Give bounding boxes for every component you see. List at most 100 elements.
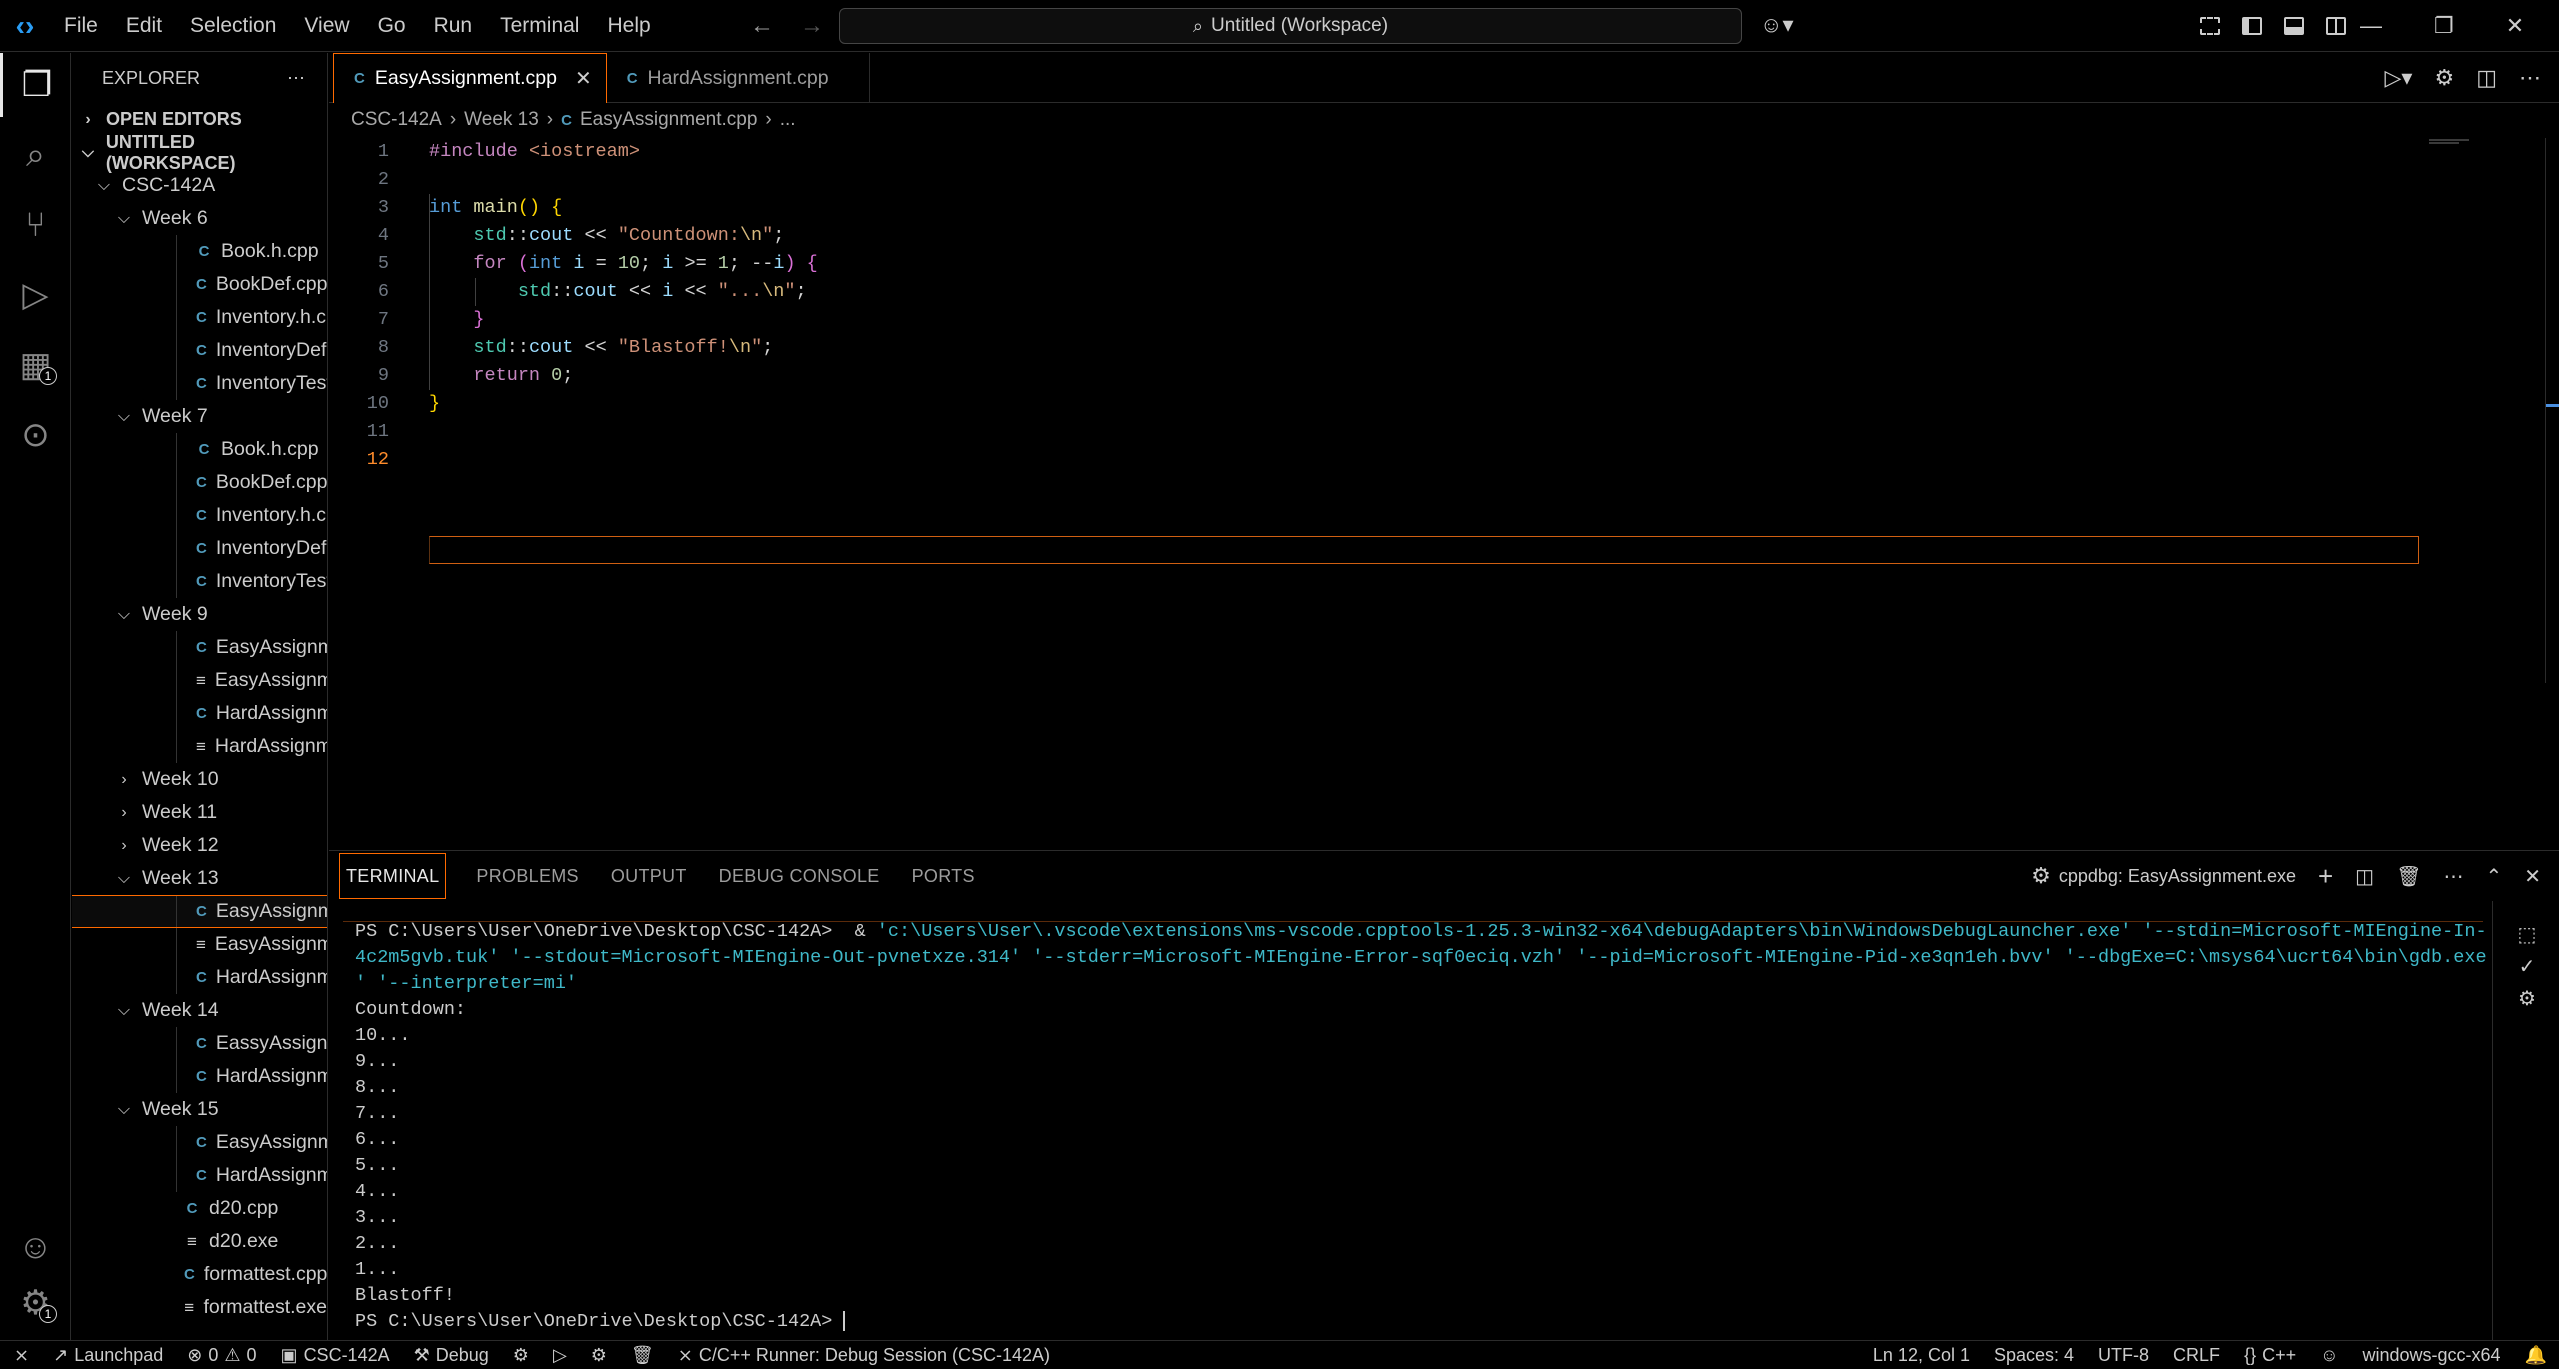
tree-file[interactable]: C InventoryDef.cpp <box>72 532 327 565</box>
cursor-position[interactable]: Ln 12, Col 1 <box>1861 1345 1982 1366</box>
new-terminal-icon[interactable]: + <box>2318 861 2333 892</box>
tab-terminal[interactable]: TERMINAL <box>339 853 447 899</box>
launchpad-item[interactable]: ↗ Launchpad <box>41 1345 175 1366</box>
menu-edit[interactable]: Edit <box>112 0 176 52</box>
tree-folder[interactable]: ⌵ Week 15 <box>72 1093 327 1126</box>
tab-ports[interactable]: PORTS <box>896 851 991 901</box>
menu-run[interactable]: Run <box>420 0 487 52</box>
editor-scrollbar[interactable] <box>2545 138 2559 683</box>
more-actions-icon[interactable]: ⋯ <box>2443 864 2463 889</box>
indentation[interactable]: Spaces: 4 <box>1982 1345 2086 1366</box>
tree-file[interactable]: Cformattest.cpp <box>72 1258 327 1291</box>
restore-icon[interactable]: ❐ <box>2434 13 2454 39</box>
tree-file[interactable]: C HardAssignment.c... <box>72 961 327 994</box>
tree-file[interactable]: C EasyAssignment.cpp <box>72 895 327 928</box>
run-file-icon[interactable]: ▷▾ <box>2385 65 2413 91</box>
settings-gear-icon[interactable]: ⚙ <box>2434 65 2454 91</box>
remote-icon[interactable]: ⨯ <box>0 1345 41 1366</box>
tab-easyassignment[interactable]: C EasyAssignment.cpp ✕ <box>333 53 607 103</box>
tree-file[interactable]: C HardAssignment.c... <box>72 1060 327 1093</box>
menu-view[interactable]: View <box>290 0 363 52</box>
encoding[interactable]: UTF-8 <box>2086 1345 2161 1366</box>
code-editor[interactable]: 1 #include <iostream> 2 3 int main() { 4 s… <box>329 138 2559 838</box>
manage-gear-icon[interactable]: ⚙ 1 <box>0 1271 71 1335</box>
build-gear-icon[interactable]: ⚙ <box>501 1345 541 1366</box>
tree-file[interactable]: C EasyAssignment.cpp <box>72 1126 327 1159</box>
debug-bug-icon[interactable]: ⚙ <box>2509 983 2545 1013</box>
run-debug-icon[interactable]: ▷ <box>0 263 71 327</box>
command-center-search[interactable]: ⌕ Untitled (Workspace) <box>839 8 1742 44</box>
build-mode-item[interactable]: ⚒ Debug <box>402 1345 501 1366</box>
tab-problems[interactable]: PROBLEMS <box>460 851 594 901</box>
split-terminal-icon[interactable]: ◫ <box>2355 864 2374 889</box>
breadcrumb-item[interactable]: EasyAssignment.cpp <box>580 109 757 131</box>
debug-icon[interactable]: ⚙ <box>579 1345 619 1366</box>
tree-file[interactable]: Cd20.cpp <box>72 1192 327 1225</box>
split-editor-icon[interactable]: ◫ <box>2476 65 2497 91</box>
close-panel-icon[interactable]: ✕ <box>2524 864 2541 889</box>
back-arrow-icon[interactable]: ← <box>750 12 774 40</box>
notifications-bell-icon[interactable]: 🔔 <box>2513 1345 2559 1366</box>
customize-layout-icon[interactable] <box>2200 17 2220 35</box>
workspace-folder-item[interactable]: ▣ CSC-142A <box>269 1345 402 1366</box>
menu-terminal[interactable]: Terminal <box>486 0 593 52</box>
tree-file[interactable]: C BookDef.cpp <box>72 466 327 499</box>
more-actions-icon[interactable]: ⋯ <box>287 68 305 89</box>
minimap[interactable] <box>2429 138 2529 158</box>
close-tab-icon[interactable]: ✕ <box>575 66 592 91</box>
toggle-panel-icon[interactable] <box>2284 17 2304 35</box>
search-icon[interactable]: ⌕ <box>0 123 71 187</box>
language-mode[interactable]: {} C++ <box>2232 1345 2308 1366</box>
terminal-list-item-icon[interactable]: ⬚ <box>2509 919 2545 949</box>
tree-file[interactable]: C Book.h.cpp <box>72 235 327 268</box>
toggle-primary-sidebar-icon[interactable] <box>2242 17 2262 35</box>
tree-file[interactable]: C InventoryDef.cpp <box>72 334 327 367</box>
maximize-panel-icon[interactable]: ⌃ <box>2485 864 2502 889</box>
problems-item[interactable]: ⊗ 0 ⚠ 0 <box>175 1345 268 1366</box>
tree-file[interactable]: ≡ d20.exe <box>72 1225 327 1258</box>
tree-file[interactable]: ≡ HardAssignment.exe <box>72 730 327 763</box>
tree-file[interactable]: ≡ EasyAssignment.exe <box>72 664 327 697</box>
menu-file[interactable]: File <box>50 0 112 52</box>
tree-file[interactable]: ≡ formattest.exe <box>72 1291 327 1324</box>
copilot-status-icon[interactable]: ☺ <box>2308 1345 2350 1366</box>
tab-output[interactable]: OUTPUT <box>595 851 703 901</box>
tree-file[interactable]: C EasyAssignment.cpp <box>72 631 327 664</box>
tree-file[interactable]: C Inventory.h.cpp <box>72 499 327 532</box>
tree-file[interactable]: ≡ EasyAssignment.exe <box>72 928 327 961</box>
tree-file[interactable]: C HardAssignment.c... <box>72 1159 327 1192</box>
toggle-secondary-sidebar-icon[interactable] <box>2326 17 2346 35</box>
menu-help[interactable]: Help <box>593 0 664 52</box>
root-folder[interactable]: ⌵ CSC-142A <box>72 169 327 202</box>
breadcrumb-item[interactable]: ... <box>780 109 796 131</box>
run-icon[interactable]: ▷ <box>541 1345 579 1366</box>
copilot-icon[interactable]: ☺▾ <box>1760 12 1794 38</box>
tab-hardassignment[interactable]: C HardAssignment.cpp <box>607 53 870 103</box>
tree-file[interactable]: C Book.h.cpp <box>72 433 327 466</box>
source-control-icon[interactable]: ⑂ <box>0 193 71 257</box>
tab-debug-console[interactable]: DEBUG CONSOLE <box>703 851 896 901</box>
kill-terminal-icon[interactable]: 🗑 <box>2396 864 2421 889</box>
trash-icon[interactable]: 🗑 <box>619 1345 666 1366</box>
breadcrumb-item[interactable]: Week 13 <box>464 109 539 131</box>
more-actions-icon[interactable]: ⋯ <box>2519 65 2541 91</box>
tree-folder[interactable]: › Week 10 <box>72 763 327 796</box>
minimize-icon[interactable]: — <box>2360 13 2382 39</box>
tree-file[interactable]: C InventoryTester.cpp <box>72 565 327 598</box>
tree-folder[interactable]: ⌵ Week 13 <box>72 862 327 895</box>
compiler-config[interactable]: windows-gcc-x64 <box>2351 1345 2513 1366</box>
tree-folder[interactable]: › Week 12 <box>72 829 327 862</box>
explorer-icon[interactable]: ❐ <box>0 53 71 117</box>
tree-folder[interactable]: ⌵ Week 9 <box>72 598 327 631</box>
tree-folder[interactable]: ⌵ Week 14 <box>72 994 327 1027</box>
menu-selection[interactable]: Selection <box>176 0 290 52</box>
accounts-icon[interactable]: ☺ <box>0 1215 71 1279</box>
runner-session-item[interactable]: ⨯ C/C++ Runner: Debug Session (CSC-142A) <box>666 1345 1062 1366</box>
menu-go[interactable]: Go <box>364 0 420 52</box>
tree-file[interactable]: C HardAssignment.c... <box>72 697 327 730</box>
breadcrumb-item[interactable]: CSC-142A <box>351 109 442 131</box>
git-graph-icon[interactable]: ⊙ <box>0 403 71 467</box>
terminal-output[interactable]: PS C:\Users\User\OneDrive\Desktop\CSC-14… <box>355 919 2525 1332</box>
tree-file[interactable]: C EassyAssignment.c... <box>72 1027 327 1060</box>
tree-folder[interactable]: ⌵ Week 6 <box>72 202 327 235</box>
